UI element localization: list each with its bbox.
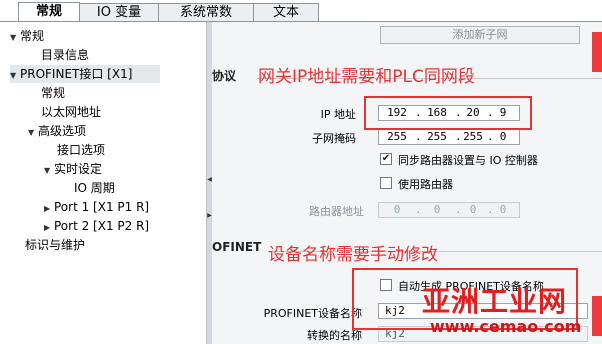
ip-address-label: IP 地址 [320, 108, 356, 121]
add-subnet-button[interactable]: 添加新子网 [380, 26, 580, 44]
tree-item-label: 常规 [20, 29, 45, 43]
tab-system-constants[interactable]: 系统常数 [158, 3, 254, 21]
router-octet-2[interactable]: 0 [423, 203, 451, 217]
tree-item-advanced-options[interactable]: ▼ 高级选项 [28, 122, 86, 140]
protocol-section-title: 协议 [212, 69, 237, 83]
device-name-label: PROFINET设备名称 [263, 307, 362, 320]
navigation-tree: ▼ 常规 目录信息 ▼ PROFINET接口 [X1] 常规 以太网地址 ▼ 高级选项… [0, 22, 206, 344]
tree-item-label: 常规 [41, 86, 66, 100]
tab-io-tags[interactable]: IO 变量 [79, 3, 159, 21]
tree-item-interface-options[interactable]: 接口选项 [57, 141, 105, 159]
mask-dot: . [415, 130, 422, 143]
tree-item-identification[interactable]: 标识与维护 [25, 236, 85, 254]
sync-router-checkbox[interactable]: ✔ [380, 153, 392, 165]
profinet-section-title: OFINET [212, 240, 262, 254]
tree-item-label: IO 周期 [74, 181, 115, 195]
router-address-label: 路由器地址 [309, 205, 364, 218]
tree-item-label: 高级选项 [38, 124, 87, 138]
router-dot: . [415, 203, 422, 216]
tree-item-label: 目录信息 [41, 48, 90, 62]
expanded-icon[interactable]: ▼ [10, 29, 20, 47]
mask-octet-3[interactable]: 255 [459, 130, 487, 144]
side-strip-top [592, 32, 602, 72]
side-strip-bottom [592, 296, 602, 336]
mask-octet-2[interactable]: 255 [423, 130, 451, 144]
tree-item-general[interactable]: ▼ 常规 [10, 27, 44, 45]
tree-item-label: 实时设定 [54, 162, 103, 176]
router-address-field[interactable]: 0 . 0 . 0 . 0 [378, 202, 520, 218]
watermark-url: www.cemao.com [430, 317, 582, 336]
mask-octet-4[interactable]: 0 [489, 130, 517, 144]
tree-item-interface-general[interactable]: 常规 [41, 84, 65, 102]
use-router-label: 使用路由器 [398, 178, 453, 191]
sync-router-label: 同步路由器设置与 IO 控制器 [398, 154, 538, 167]
tree-item-label: 标识与维护 [25, 238, 86, 252]
router-octet-4[interactable]: 0 [489, 203, 517, 217]
collapsed-icon[interactable]: ▶ [44, 219, 54, 237]
tree-item-label: 以太网地址 [41, 105, 102, 119]
expanded-icon[interactable]: ▼ [28, 124, 38, 142]
tree-item-catalog[interactable]: 目录信息 [41, 46, 89, 64]
tree-item-port1[interactable]: ▶ Port 1 [X1 P1 R] [44, 198, 149, 216]
tree-item-port2[interactable]: ▶ Port 2 [X1 P2 R] [44, 217, 149, 235]
mask-octet-1[interactable]: 255 [383, 130, 411, 144]
property-tabs: 常规 IO 变量 系统常数 文本 [0, 0, 602, 22]
tree-item-label: 接口选项 [57, 143, 106, 157]
subnet-mask-field[interactable]: 255 . 255 . 255 . 0 [378, 129, 520, 145]
collapsed-icon[interactable]: ▶ [44, 200, 54, 218]
tree-item-io-cycle[interactable]: IO 周期 [74, 179, 115, 197]
tree-item-label: Port 2 [X1 P2 R] [54, 219, 150, 233]
tree-item-profinet-interface[interactable]: ▼ PROFINET接口 [X1] [10, 65, 160, 83]
router-octet-1[interactable]: 0 [383, 203, 411, 217]
subnet-mask-label: 子网掩码 [312, 132, 356, 145]
use-router-checkbox[interactable] [380, 177, 392, 189]
router-octet-3[interactable]: 0 [459, 203, 487, 217]
tree-item-label: PROFINET接口 [X1] [20, 67, 133, 81]
tree-item-label: Port 1 [X1 P1 R] [54, 200, 150, 214]
watermark-logo: 亚洲工业网 [422, 285, 568, 318]
name-note-annotation: 设备名称需要手动修改 [268, 245, 438, 265]
tab-general[interactable]: 常规 [18, 2, 80, 22]
ip-highlight-box [364, 96, 532, 130]
expanded-icon[interactable]: ▼ [10, 67, 20, 85]
tree-item-realtime-settings[interactable]: ▼ 实时设定 [44, 160, 102, 178]
tab-texts[interactable]: 文本 [253, 3, 319, 21]
tree-item-ethernet-addresses[interactable]: 以太网地址 [41, 103, 101, 121]
converted-name-label: 转换的名称 [307, 329, 362, 342]
ip-note-annotation: 网关IP地址需要和PLC同网段 [258, 67, 475, 87]
expanded-icon[interactable]: ▼ [44, 162, 54, 180]
